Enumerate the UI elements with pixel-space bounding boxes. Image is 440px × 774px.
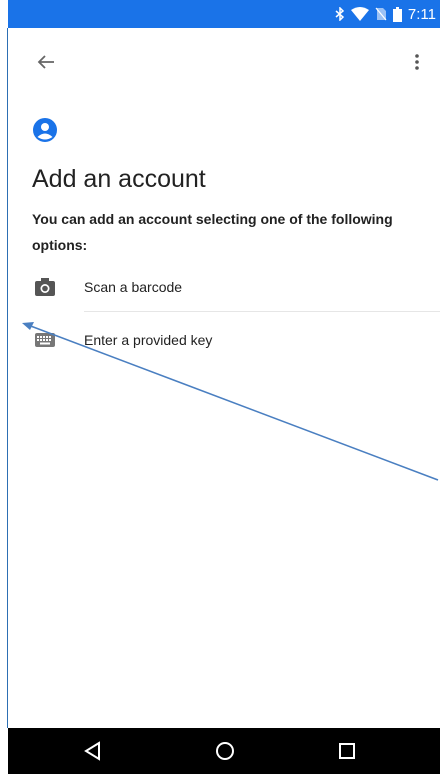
option-scan-barcode[interactable]: Scan a barcode <box>8 265 440 309</box>
recents-square-icon[interactable] <box>335 739 359 763</box>
back-arrow-icon[interactable] <box>32 48 60 76</box>
back-triangle-icon[interactable] <box>81 739 105 763</box>
account-circle-icon <box>32 117 58 143</box>
camera-icon <box>34 277 56 297</box>
keyboard-icon <box>34 330 56 350</box>
option-enter-key[interactable]: Enter a provided key <box>8 318 440 362</box>
phone-screen: 7:11 Add an account You can add an accou… <box>8 0 440 774</box>
app-bar <box>8 28 440 92</box>
status-bar: 7:11 <box>8 0 440 28</box>
bluetooth-icon <box>335 7 345 21</box>
option-label: Enter a provided key <box>84 332 213 348</box>
home-circle-icon[interactable] <box>213 739 237 763</box>
page-title: Add an account <box>32 165 206 193</box>
status-time: 7:11 <box>407 5 436 23</box>
more-vert-icon[interactable] <box>408 48 426 76</box>
battery-icon <box>392 6 402 22</box>
left-edge-line <box>7 28 8 728</box>
wifi-icon <box>350 7 369 21</box>
option-label: Scan a barcode <box>84 279 183 295</box>
no-sim-icon <box>375 7 387 21</box>
page-description: You can add an account selecting one of … <box>32 211 393 253</box>
navigation-bar <box>8 728 440 774</box>
divider <box>84 311 440 312</box>
